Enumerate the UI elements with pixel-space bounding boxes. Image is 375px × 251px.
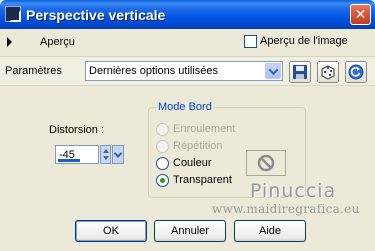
preset-value: Dernières options utilisées xyxy=(89,65,219,77)
expand-arrow-icon[interactable] xyxy=(7,37,12,47)
color-swatch[interactable] xyxy=(246,150,286,176)
reset-icon xyxy=(348,64,364,80)
watermark-name: Pinuccia xyxy=(250,180,337,202)
random-button[interactable] xyxy=(317,61,339,83)
reset-button[interactable] xyxy=(345,61,367,83)
no-color-icon xyxy=(257,154,275,172)
radio-transparent[interactable] xyxy=(156,174,169,187)
save-preset-icon xyxy=(293,65,307,79)
radio-wrap xyxy=(156,123,169,136)
image-preview-checkbox[interactable] xyxy=(244,35,257,48)
radio-repeat-label: Répétition xyxy=(173,140,223,152)
preset-select[interactable]: Dernières options utilisées xyxy=(85,61,283,81)
preview-label[interactable]: Aperçu xyxy=(40,35,75,49)
cancel-button[interactable]: Annuler xyxy=(154,220,226,242)
radio-color-label[interactable]: Couleur xyxy=(173,156,212,170)
help-button[interactable]: Aide xyxy=(234,220,306,242)
watermark-url: www.maidiregrafica.eu xyxy=(212,202,360,216)
chevron-down-icon[interactable] xyxy=(265,63,281,79)
distortion-label: Distorsion : xyxy=(49,124,105,136)
distortion-slider-dropdown[interactable] xyxy=(112,145,124,164)
arrow-down-icon[interactable] xyxy=(103,156,109,160)
radio-color[interactable] xyxy=(156,157,169,170)
distortion-slider-bar[interactable] xyxy=(58,159,80,162)
close-button[interactable]: ✕ xyxy=(350,4,371,25)
image-preview-label[interactable]: Aperçu de l'image xyxy=(260,34,348,48)
distortion-input[interactable]: -45 xyxy=(55,145,99,164)
save-preset-button[interactable] xyxy=(289,61,311,83)
distortion-stepper[interactable] xyxy=(100,145,111,164)
window-title: Perspective verticale xyxy=(26,7,166,23)
app-icon xyxy=(5,6,21,22)
edge-mode-title: Mode Bord xyxy=(156,100,214,114)
params-label: Paramètres xyxy=(5,65,62,77)
arrow-up-icon[interactable] xyxy=(103,149,109,153)
random-dice-icon xyxy=(321,65,335,80)
radio-repeat xyxy=(156,140,169,153)
radio-transparent-label[interactable]: Transparent xyxy=(173,173,232,187)
ok-button[interactable]: OK xyxy=(75,220,147,242)
radio-wrap-label: Enroulement xyxy=(173,123,236,135)
